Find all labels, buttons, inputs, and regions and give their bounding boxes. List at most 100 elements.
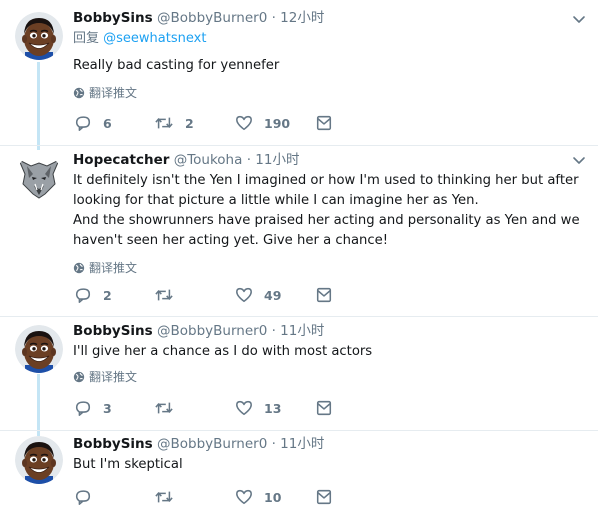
tweet-text-line: haven't seen her acting yet. Give her a … (73, 233, 389, 248)
globe-icon (73, 262, 85, 274)
tweet[interactable]: BobbySins @BobbyBurner0 · 11小时 But I'm s… (0, 431, 598, 509)
tweet-header: BobbySins @BobbyBurner0 · 12小时 (73, 9, 584, 27)
tweet-header: Hopecatcher @Toukoha · 11小时 (73, 151, 584, 169)
tweet-text-line: Really bad casting for yennefer (73, 58, 280, 73)
reply-icon (74, 399, 92, 417)
translate-label: 翻译推文 (89, 261, 138, 275)
tweet-text: I'll give her a chance as I do with most… (73, 342, 584, 362)
tweet-actions: 2 49 (74, 284, 374, 306)
retweet-icon (154, 114, 174, 132)
translate-tweet-link[interactable]: 翻译推文 (73, 369, 584, 385)
wolf-medallion-avatar-icon (15, 154, 63, 202)
tweet[interactable]: Hopecatcher @Toukoha · 11小时 It definitel… (0, 146, 598, 316)
user-handle[interactable]: @Toukoha (174, 152, 243, 168)
user-handle[interactable]: @BobbyBurner0 (157, 436, 267, 452)
reply-count: 6 (103, 115, 112, 131)
replying-to: 回复 @seewhatsnext (73, 30, 584, 48)
like-count: 10 (264, 489, 282, 505)
reply-icon (74, 114, 92, 132)
like-count: 13 (264, 400, 282, 416)
translate-label: 翻译推文 (89, 370, 138, 384)
avatar[interactable] (15, 154, 63, 202)
timestamp[interactable]: 11小时 (280, 323, 324, 339)
tweet-text-line: I'll give her a chance as I do with most… (73, 344, 373, 359)
like-button[interactable]: 13 (235, 397, 281, 419)
chevron-down-icon[interactable] (572, 155, 586, 165)
avatar[interactable] (15, 436, 63, 484)
tweet[interactable]: BobbySins @BobbyBurner0 · 11小时 I'll give… (0, 317, 598, 430)
reply-count: 2 (103, 287, 112, 303)
retweet-button[interactable] (154, 284, 185, 306)
tweet-content: BobbySins @BobbyBurner0 · 11小时 I'll give… (73, 322, 584, 385)
like-count: 190 (264, 115, 291, 131)
reply-button[interactable]: 3 (74, 397, 112, 419)
mail-icon (315, 286, 333, 304)
retweet-button[interactable] (154, 397, 185, 419)
globe-icon (73, 87, 85, 99)
cartoon-face-avatar-icon (15, 436, 63, 484)
heart-icon (235, 114, 253, 132)
tweet-text: Really bad casting for yennefer (73, 56, 584, 76)
like-button[interactable]: 10 (235, 486, 281, 508)
direct-message-button[interactable] (315, 284, 333, 306)
translate-tweet-link[interactable]: 翻译推文 (73, 260, 584, 276)
reply-button[interactable]: 2 (74, 284, 112, 306)
timestamp[interactable]: 12小时 (280, 10, 324, 26)
tweet-text-line: But I'm skeptical (73, 457, 183, 472)
reply-icon (74, 488, 92, 506)
avatar[interactable] (15, 325, 63, 373)
timestamp[interactable]: 11小时 (255, 152, 299, 168)
separator-dot: · (271, 436, 276, 452)
mention-link[interactable]: @seewhatsnext (103, 31, 206, 46)
mail-icon (315, 114, 333, 132)
tweet[interactable]: BobbySins @BobbyBurner0 · 12小时 回复 @seewh… (0, 0, 598, 145)
heart-icon (235, 488, 253, 506)
display-name[interactable]: BobbySins (73, 323, 153, 339)
user-handle[interactable]: @BobbyBurner0 (157, 10, 267, 26)
tweet-header: BobbySins @BobbyBurner0 · 11小时 (73, 322, 584, 340)
direct-message-button[interactable] (315, 486, 333, 508)
like-button[interactable]: 49 (235, 284, 281, 306)
reply-button[interactable] (74, 486, 103, 508)
chevron-down-icon[interactable] (572, 14, 586, 24)
globe-icon (73, 371, 85, 383)
like-button[interactable]: 190 (235, 112, 290, 134)
reply-count: 3 (103, 400, 112, 416)
heart-icon (235, 399, 253, 417)
separator-dot: · (271, 10, 276, 26)
mail-icon (315, 488, 333, 506)
tweet-text-line: It definitely isn't the Yen I imagined o… (73, 173, 579, 188)
tweet-content: BobbySins @BobbyBurner0 · 12小时 回复 @seewh… (73, 9, 584, 101)
retweet-icon (154, 399, 174, 417)
display-name[interactable]: Hopecatcher (73, 152, 169, 168)
direct-message-button[interactable] (315, 112, 333, 134)
tweet-actions: 10 (74, 486, 374, 508)
separator-dot: · (246, 152, 251, 168)
reply-button[interactable]: 6 (74, 112, 112, 134)
tweet-actions: 3 13 (74, 397, 374, 419)
mail-icon (315, 399, 333, 417)
cartoon-face-avatar-icon (15, 12, 63, 60)
retweet-icon (154, 286, 174, 304)
separator-dot: · (271, 323, 276, 339)
display-name[interactable]: BobbySins (73, 436, 153, 452)
tweet-text: But I'm skeptical (73, 455, 584, 475)
tweet-text: It definitely isn't the Yen I imagined o… (73, 171, 584, 251)
translate-tweet-link[interactable]: 翻译推文 (73, 85, 584, 101)
avatar[interactable] (15, 12, 63, 60)
tweet-content: Hopecatcher @Toukoha · 11小时 It definitel… (73, 151, 584, 276)
retweet-icon (154, 488, 174, 506)
tweet-text-line: And the showrunners have praised her act… (73, 213, 580, 228)
direct-message-button[interactable] (315, 397, 333, 419)
reply-prefix: 回复 (73, 31, 100, 46)
tweet-text-line: looking for that picture a little while … (73, 193, 479, 208)
user-handle[interactable]: @BobbyBurner0 (157, 323, 267, 339)
retweet-button[interactable]: 2 (154, 112, 194, 134)
translate-label: 翻译推文 (89, 86, 138, 100)
tweet-content: BobbySins @BobbyBurner0 · 11小时 But I'm s… (73, 435, 584, 475)
retweet-button[interactable] (154, 486, 185, 508)
display-name[interactable]: BobbySins (73, 10, 153, 26)
heart-icon (235, 286, 253, 304)
timestamp[interactable]: 11小时 (280, 436, 324, 452)
tweet-header: BobbySins @BobbyBurner0 · 11小时 (73, 435, 584, 453)
